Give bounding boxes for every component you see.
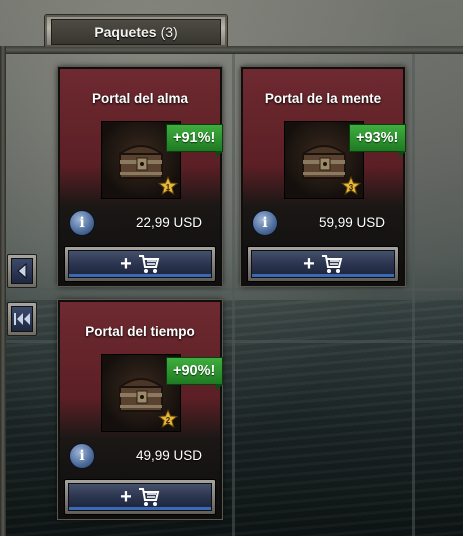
tab-count: (3) [160,24,178,40]
shopping-cart-icon [138,488,160,506]
divider [232,54,235,536]
window-frame-left [0,46,6,536]
buy-button[interactable]: + [247,246,399,282]
level-star-icon: 1 [158,176,178,196]
arrow-left-icon [17,263,27,279]
divider [6,288,463,291]
buy-button[interactable]: + [64,479,216,515]
bonus-badge: +91%! [166,124,224,158]
offer-title: Portal del tiempo [85,324,195,339]
tab-label: Paquetes [94,24,157,40]
offer-title: Portal de la mente [264,91,382,106]
offer-price: 49,99 USD [135,448,202,463]
tab-packages-label-box: Paquetes (3) [51,19,221,45]
window-frame-top [0,46,463,54]
bonus-badge: +90%! [166,357,224,391]
divider [412,54,415,536]
plus-icon: + [303,252,315,275]
offer-card: Portal del tiempo 2 +90%! i 49,99 USD + [58,300,224,519]
level-star-icon: 3 [341,176,361,196]
bonus-badge: +93%! [349,124,407,158]
tab-packages[interactable]: Paquetes (3) [44,14,228,47]
info-icon[interactable]: i [69,210,95,236]
level-number: 1 [166,183,171,192]
level-star-icon: 2 [158,409,178,429]
shopping-cart-icon [138,255,160,273]
info-icon[interactable]: i [252,210,278,236]
info-icon[interactable]: i [69,443,95,469]
shopping-cart-icon [321,255,343,273]
plus-icon: + [120,485,132,508]
offer-card: Portal de la mente 3 +93%! i 59,99 USD + [241,67,407,286]
offer-title: Portal del alma [91,91,189,106]
buy-button[interactable]: + [64,246,216,282]
double-arrow-left-icon [14,313,30,325]
level-number: 3 [349,183,354,192]
offer-card: Portal del alma 1 +91%! i 22,99 USD + [58,67,224,286]
first-page-button[interactable] [7,302,37,336]
plus-icon: + [120,252,132,275]
offer-price: 59,99 USD [318,215,385,230]
level-number: 2 [166,416,171,425]
previous-page-button[interactable] [7,254,37,288]
offer-price: 22,99 USD [135,215,202,230]
